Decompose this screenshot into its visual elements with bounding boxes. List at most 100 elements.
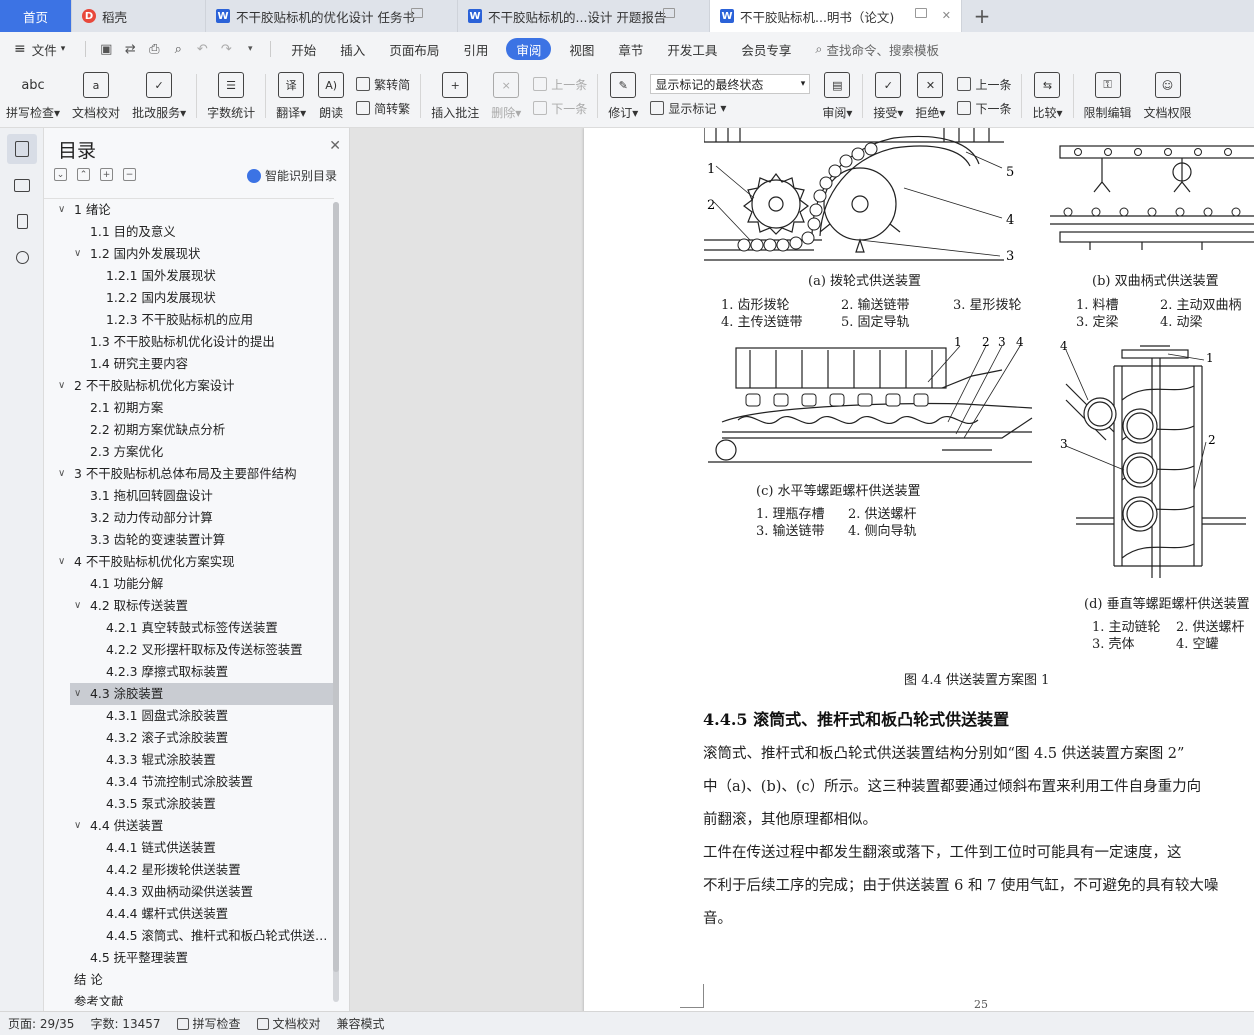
toc-item[interactable]: 4.3.1 圆盘式涂胶装置: [44, 705, 334, 727]
toc-pane-button[interactable]: [7, 134, 37, 164]
print-icon[interactable]: ⎙: [142, 38, 166, 60]
toc-item[interactable]: 4.4.3 双曲柄动梁供送装置: [44, 881, 334, 903]
tab-thesis[interactable]: W 不干胶贴标机...明书（论文) ✕: [710, 0, 962, 32]
expand-all-icon[interactable]: ⌃: [77, 168, 90, 181]
menu-view[interactable]: 视图: [557, 38, 606, 60]
command-search[interactable]: ⌕ 查找命令、搜索模板: [803, 40, 939, 59]
toc-item[interactable]: 4.3.5 泵式涂胶装置: [44, 793, 334, 815]
toc-item[interactable]: 2.3 方案优化: [44, 441, 334, 463]
prev-change-button[interactable]: 上一条: [957, 74, 1011, 94]
chevron-down-icon[interactable]: ∨: [74, 243, 81, 265]
chevron-down-icon[interactable]: ∨: [58, 375, 65, 397]
toc-item[interactable]: 4.1 功能分解: [44, 573, 334, 595]
toc-item[interactable]: 参考文献: [44, 991, 334, 1006]
reject-button[interactable]: ✕ 拒绝▾: [909, 70, 951, 122]
toc-item[interactable]: 3.3 齿轮的变速装置计算: [44, 529, 334, 551]
chapter-nav-button[interactable]: [7, 170, 37, 200]
scroll-thumb[interactable]: [333, 202, 339, 972]
redo-icon[interactable]: ↷: [214, 38, 238, 60]
delete-comment-button[interactable]: × 删除▾: [485, 70, 527, 122]
document-workspace[interactable]: 1 2 3 4 5 (a) 拨轮式供送装置 1. 齿形拨轮 2. 输送链带 3. 星…: [350, 128, 1254, 1011]
track-changes-button[interactable]: ✎ 修订▾: [602, 70, 644, 122]
toc-item[interactable]: 4.4.4 螺杆式供送装置: [44, 903, 334, 925]
smart-toc-button[interactable]: 智能识别目录: [246, 167, 337, 184]
toc-item[interactable]: 1.1 目的及意义: [44, 221, 334, 243]
menu-developer[interactable]: 开发工具: [655, 38, 729, 60]
toc-item[interactable]: ∨ 2 不干胶贴标机优化方案设计: [44, 375, 334, 397]
menu-chapter[interactable]: 章节: [606, 38, 655, 60]
menu-insert[interactable]: 插入: [328, 38, 377, 60]
remove-heading-icon[interactable]: −: [123, 168, 136, 181]
translate-button[interactable]: 译 翻译▾: [270, 70, 312, 122]
toc-item[interactable]: 结 论: [44, 969, 334, 991]
menu-page-layout[interactable]: 页面布局: [377, 38, 451, 60]
spellcheck-toggle[interactable]: 拼写检查: [169, 1015, 249, 1032]
toc-item[interactable]: 2.1 初期方案: [44, 397, 334, 419]
toc-item[interactable]: 4.4.2 星形拨轮供送装置: [44, 859, 334, 881]
toc-item[interactable]: 4.5 抚平整理装置: [44, 947, 334, 969]
save-icon[interactable]: ▣: [94, 38, 118, 60]
chevron-down-icon[interactable]: ∨: [74, 595, 81, 617]
word-count-button[interactable]: ☰ 字数统计: [201, 70, 261, 122]
doc-proof-toggle[interactable]: 文档校对: [249, 1015, 329, 1032]
menu-member[interactable]: 会员专享: [729, 38, 803, 60]
toc-item[interactable]: 4.3.2 滚子式涂胶装置: [44, 727, 334, 749]
tab-home[interactable]: 首页: [0, 0, 72, 32]
tab-task-book[interactable]: W 不干胶贴标机的优化设计 任务书: [206, 0, 458, 32]
toc-item[interactable]: 1.3 不干胶贴标机优化设计的提出: [44, 331, 334, 353]
batch-service-button[interactable]: ✓ 批改服务▾: [126, 70, 192, 122]
find-button[interactable]: [7, 242, 37, 272]
toc-item[interactable]: ∨ 4.3 涂胶装置: [70, 683, 334, 705]
doc-permission-button[interactable]: ☺ 文档权限: [1138, 70, 1198, 122]
chevron-down-icon[interactable]: ∨: [58, 463, 65, 485]
toc-item[interactable]: ∨ 4 不干胶贴标机优化方案实现: [44, 551, 334, 573]
share-icon[interactable]: ⇄: [118, 38, 142, 60]
chevron-down-icon[interactable]: ∨: [74, 683, 81, 705]
page-indicator[interactable]: 页面: 29/35: [0, 1015, 82, 1032]
insert-comment-button[interactable]: + 插入批注: [425, 70, 485, 122]
toc-item[interactable]: 2.2 初期方案优缺点分析: [44, 419, 334, 441]
trad-to-simp-button[interactable]: 繁转简: [356, 74, 410, 94]
close-tab-icon[interactable]: ✕: [942, 9, 951, 22]
doc-proof-button[interactable]: a 文档校对: [66, 70, 126, 122]
toc-item[interactable]: 4.2.1 真空转鼓式标签传送装置: [44, 617, 334, 639]
quick-access-more-icon[interactable]: ▾: [238, 38, 262, 60]
menu-start[interactable]: 开始: [279, 38, 328, 60]
toc-item[interactable]: 3.1 拖机回转圆盘设计: [44, 485, 334, 507]
tab-docer[interactable]: D 稻壳: [72, 0, 206, 32]
markup-state-select[interactable]: 显示标记的最终状态 ▾: [650, 74, 811, 94]
toc-item[interactable]: ∨ 1.2 国内外发展现状: [44, 243, 334, 265]
simp-to-trad-button[interactable]: 简转繁: [356, 98, 410, 118]
toc-item[interactable]: 4.3.4 节流控制式涂胶装置: [44, 771, 334, 793]
document-page[interactable]: 1 2 3 4 5 (a) 拨轮式供送装置 1. 齿形拨轮 2. 输送链带 3. 星…: [584, 128, 1254, 1011]
file-menu[interactable]: ≡ 文件 ▾: [0, 38, 77, 60]
prev-comment-button[interactable]: 上一条: [533, 74, 587, 94]
toc-item[interactable]: ∨ 1 绪论: [44, 199, 334, 221]
toc-item[interactable]: 1.2.1 国外发展现状: [44, 265, 334, 287]
next-comment-button[interactable]: 下一条: [533, 98, 587, 118]
toc-item[interactable]: 4.2.3 摩擦式取标装置: [44, 661, 334, 683]
toc-item[interactable]: 1.2.2 国内发展现状: [44, 287, 334, 309]
chevron-down-icon[interactable]: ∨: [58, 199, 65, 221]
toc-scrollbar[interactable]: [333, 202, 339, 1002]
toc-item[interactable]: 1.4 研究主要内容: [44, 353, 334, 375]
spellcheck-button[interactable]: abc 拼写检查▾: [0, 70, 66, 122]
toc-item[interactable]: 4.4.1 链式供送装置: [44, 837, 334, 859]
next-change-button[interactable]: 下一条: [957, 98, 1011, 118]
print-preview-icon[interactable]: ⌕: [166, 38, 190, 60]
add-heading-icon[interactable]: +: [100, 168, 113, 181]
collapse-all-icon[interactable]: ⌄: [54, 168, 67, 181]
toc-item[interactable]: 4.4.5 滚筒式、推杆式和板凸轮式供送装置: [44, 925, 334, 947]
review-pane-button[interactable]: ▤ 审阅▾: [816, 70, 858, 122]
compare-button[interactable]: ⇆ 比较▾: [1026, 70, 1068, 122]
toc-item[interactable]: ∨ 3 不干胶贴标机总体布局及主要部件结构: [44, 463, 334, 485]
accept-button[interactable]: ✓ 接受▾: [867, 70, 909, 122]
show-markup-button[interactable]: 显示标记 ▾: [650, 98, 810, 118]
toc-item[interactable]: 1.2.3 不干胶贴标机的应用: [44, 309, 334, 331]
toc-item[interactable]: 4.2.2 叉形摆杆取标及传送标签装置: [44, 639, 334, 661]
menu-references[interactable]: 引用: [451, 38, 500, 60]
bookmark-button[interactable]: [7, 206, 37, 236]
chevron-down-icon[interactable]: ∨: [58, 551, 65, 573]
read-aloud-button[interactable]: A) 朗读: [312, 70, 350, 122]
toc-item[interactable]: 3.2 动力传动部分计算: [44, 507, 334, 529]
